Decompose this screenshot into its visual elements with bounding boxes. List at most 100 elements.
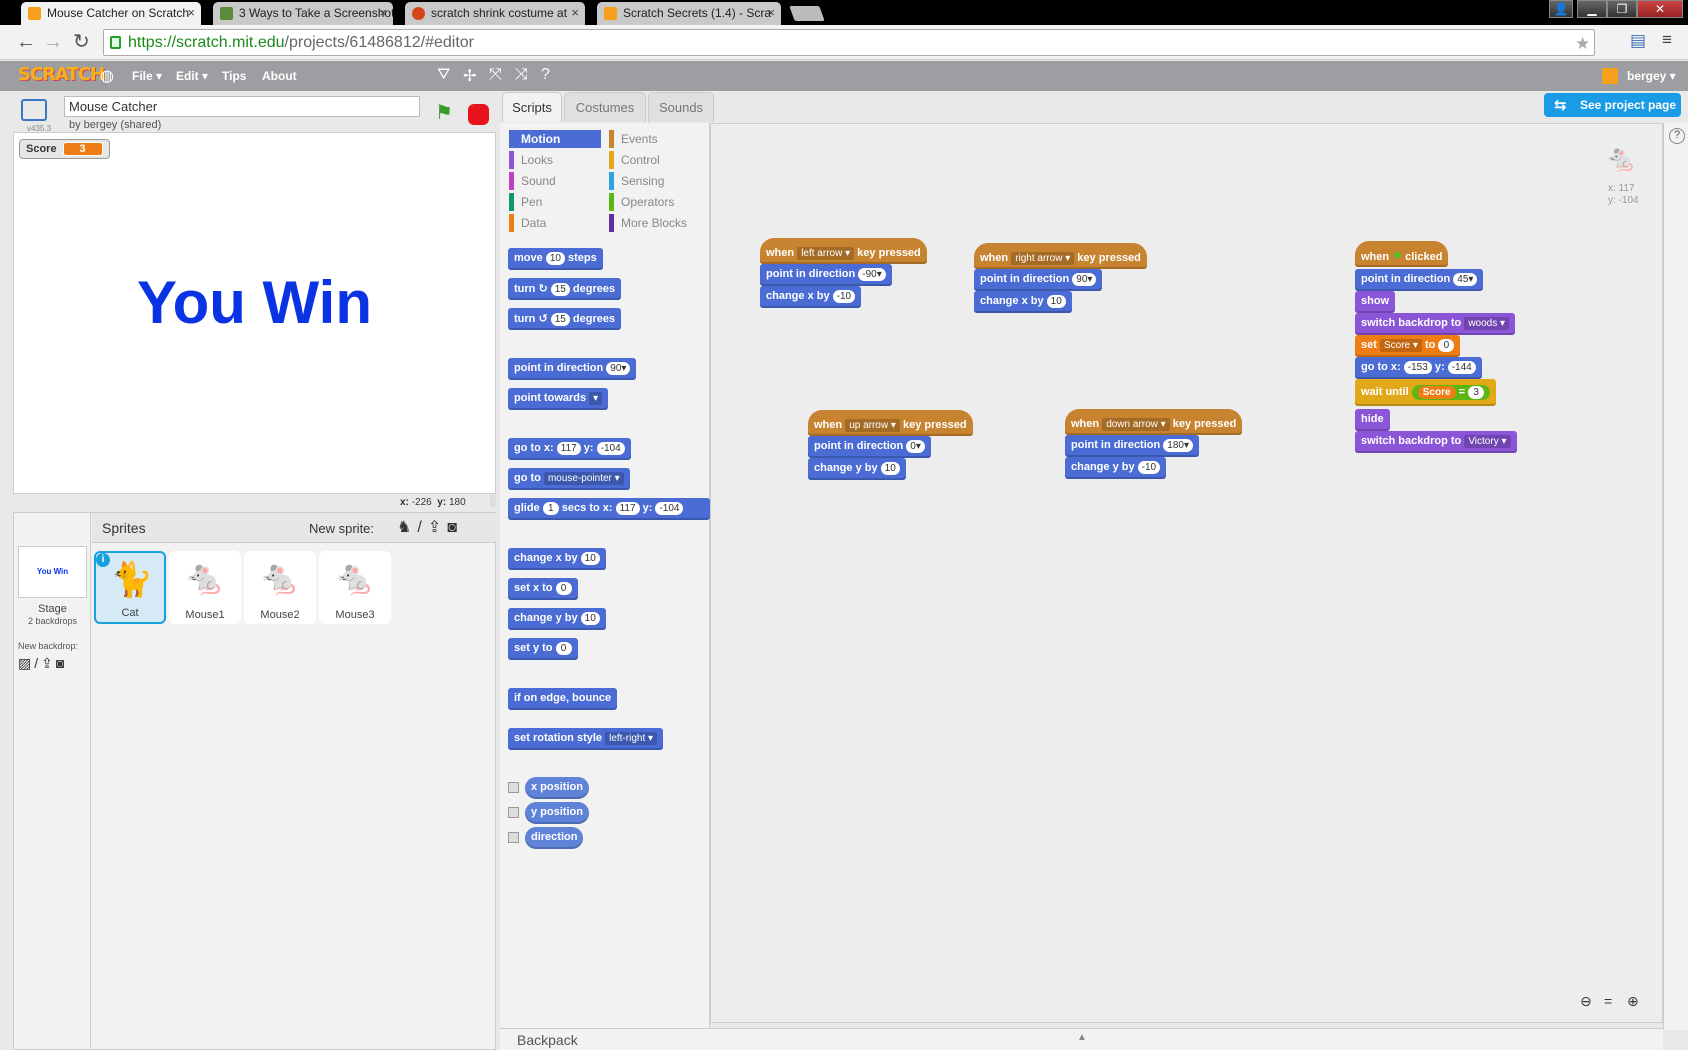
browser-tab-scratch-secrets[interactable]: Scratch Secrets (1.4) - Scra × [597, 2, 781, 25]
close-tab-icon[interactable]: × [187, 5, 195, 20]
stop-sign-icon[interactable] [468, 104, 489, 125]
block-input[interactable]: 117 [556, 442, 581, 455]
palette-turn-left-block[interactable]: turn ↺ 15 degrees [508, 308, 622, 330]
score-monitor[interactable]: Score 3 [19, 139, 110, 159]
minimize-button[interactable]: ▁ [1577, 0, 1607, 18]
category-control[interactable]: Control [609, 151, 701, 169]
category-operators[interactable]: Operators [609, 193, 701, 211]
close-window-button[interactable]: ✕ [1637, 0, 1683, 18]
block-input[interactable]: 90▾ [1072, 273, 1097, 286]
category-looks[interactable]: Looks [509, 151, 601, 169]
script-point-direction[interactable]: point in direction 90▾ [974, 269, 1103, 291]
palette-set-y-block[interactable]: set y to 0 [508, 638, 578, 660]
category-sensing[interactable]: Sensing [609, 172, 701, 190]
palette-change-y-block[interactable]: change y by 10 [508, 608, 606, 630]
script-set-score[interactable]: set Score ▾ to 0 [1355, 335, 1461, 357]
backpack-bar[interactable]: Backpack ▲ [500, 1028, 1663, 1050]
script-point-direction[interactable]: point in direction 45▾ [1355, 269, 1484, 291]
zoom-reset-icon[interactable]: = [1604, 993, 1612, 1009]
shrink-icon[interactable]: ⤨ [515, 66, 528, 84]
camera-backdrop-icon[interactable]: ◙ [56, 655, 67, 671]
sprite-mouse3[interactable]: 🐁 Mouse3 [319, 551, 391, 624]
block-input[interactable]: -104 [596, 442, 625, 455]
block-input[interactable]: 0 [555, 642, 572, 655]
block-input[interactable]: 45▾ [1453, 273, 1478, 286]
tips-menu[interactable]: Tips [222, 69, 246, 83]
key-dropdown[interactable]: up arrow ▾ [845, 419, 900, 432]
palette-glide-block[interactable]: glide 1 secs to x: 117 y: -104 [508, 498, 710, 520]
block-input[interactable]: 0 [555, 582, 572, 595]
reload-icon[interactable]: ↻ [73, 32, 90, 52]
script-when-right-arrow[interactable]: when right arrow ▾ key pressed [974, 243, 1147, 269]
scratch-logo[interactable]: SCRATCH [18, 64, 105, 85]
tab-scripts[interactable]: Scripts [502, 92, 562, 122]
zoom-in-icon[interactable]: ⊕ [1627, 993, 1639, 1010]
block-input[interactable]: 15 [550, 313, 570, 326]
camera-sprite-icon[interactable]: ◙ [447, 519, 463, 536]
duplicate-stamp-icon[interactable]: ⛛ [437, 66, 450, 84]
sprite-mouse1[interactable]: 🐁 Mouse1 [169, 551, 241, 624]
palette-change-x-block[interactable]: change x by 10 [508, 548, 606, 570]
paint-sprite-icon[interactable]: / [417, 519, 427, 536]
script-change-x[interactable]: change x by 10 [974, 291, 1072, 313]
sprite-cat[interactable]: i 🐈 Cat [94, 551, 166, 624]
category-motion[interactable]: Motion [509, 130, 601, 148]
block-input[interactable]: 117 [615, 502, 640, 515]
backdrop-library-icon[interactable]: ▨ [18, 655, 34, 671]
block-input[interactable]: 90▾ [606, 362, 631, 375]
tab-sounds[interactable]: Sounds [648, 92, 714, 122]
user-menu[interactable]: bergey ▾ [1627, 69, 1676, 83]
script-point-direction[interactable]: point in direction 0▾ [808, 436, 931, 458]
green-flag-icon[interactable]: ⚑ [435, 100, 453, 125]
script-goto-xy[interactable]: go to x: -153 y: -144 [1355, 357, 1482, 379]
upload-backdrop-icon[interactable]: ⇪ [41, 655, 56, 671]
palette-set-x-block[interactable]: set x to 0 [508, 578, 578, 600]
key-dropdown[interactable]: right arrow ▾ [1011, 252, 1075, 265]
browser-tab-mouse-catcher[interactable]: Mouse Catcher on Scratch × [21, 2, 201, 25]
block-input[interactable]: 0 [1438, 339, 1455, 352]
script-when-down-arrow[interactable]: when down arrow ▾ key pressed [1065, 409, 1243, 435]
block-dropdown[interactable]: ▾ [589, 392, 603, 405]
direction-checkbox[interactable] [508, 832, 519, 843]
language-globe-icon[interactable]: ◍ [100, 66, 114, 86]
forward-icon[interactable]: → [43, 32, 63, 52]
x-position-checkbox[interactable] [508, 782, 519, 793]
script-change-y[interactable]: change y by -10 [1065, 457, 1167, 479]
block-input[interactable]: 10 [580, 552, 600, 565]
backdrop-dropdown[interactable]: Victory ▾ [1464, 435, 1511, 448]
block-input[interactable]: -90▾ [858, 268, 886, 281]
key-dropdown[interactable]: down arrow ▾ [1102, 418, 1170, 431]
bookmark-star-icon[interactable]: ★ [1575, 34, 1590, 54]
script-point-direction[interactable]: point in direction 180▾ [1065, 435, 1199, 457]
block-input[interactable]: 0▾ [906, 440, 925, 453]
block-input[interactable]: -144 [1447, 361, 1476, 374]
script-when-up-arrow[interactable]: when up arrow ▾ key pressed [808, 410, 973, 436]
help-icon[interactable]: ? [1669, 128, 1685, 144]
y-position-checkbox[interactable] [508, 807, 519, 818]
sprite-mouse2[interactable]: 🐁 Mouse2 [244, 551, 316, 624]
key-dropdown[interactable]: left arrow ▾ [797, 247, 855, 260]
zoom-out-icon[interactable]: ⊖ [1580, 993, 1592, 1010]
block-input[interactable]: 10 [880, 462, 900, 475]
file-menu[interactable]: File ▾ [132, 69, 162, 83]
palette-bounce-block[interactable]: if on edge, bounce [508, 688, 618, 710]
stage-canvas[interactable]: Score 3 You Win [13, 132, 496, 494]
palette-y-position-reporter[interactable]: y position [525, 802, 589, 824]
palette-rotation-style-block[interactable]: set rotation style left-right ▾ [508, 728, 664, 750]
block-input[interactable]: 10 [1046, 295, 1066, 308]
block-input[interactable]: -153 [1403, 361, 1432, 374]
palette-point-towards-block[interactable]: point towards ▾ [508, 388, 609, 410]
script-switch-backdrop-woods[interactable]: switch backdrop to woods ▾ [1355, 313, 1516, 335]
palette-point-direction-block[interactable]: point in direction 90▾ [508, 358, 637, 380]
new-tab-button[interactable] [789, 6, 825, 21]
script-when-flag-clicked[interactable]: when ⚑ clicked [1355, 241, 1449, 267]
close-tab-icon[interactable]: × [767, 5, 775, 20]
sprite-library-icon[interactable]: ♞ [397, 519, 417, 536]
about-menu[interactable]: About [262, 69, 297, 83]
script-point-direction[interactable]: point in direction -90▾ [760, 264, 892, 286]
back-icon[interactable]: ← [16, 32, 36, 52]
script-wait-until[interactable]: wait until Score = 3 [1355, 379, 1497, 406]
block-dropdown[interactable]: mouse-pointer ▾ [543, 472, 624, 485]
edit-menu[interactable]: Edit ▾ [176, 69, 208, 83]
close-tab-icon[interactable]: × [379, 5, 387, 20]
